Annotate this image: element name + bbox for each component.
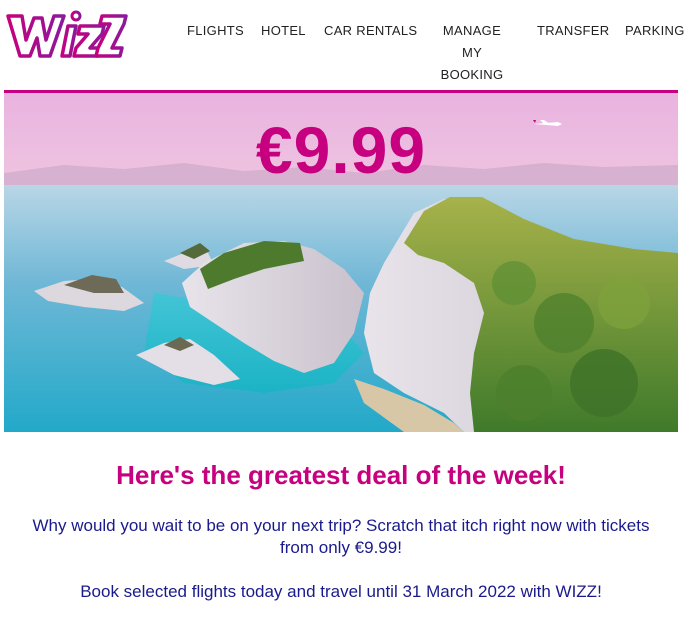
nav-item-manage-my-booking[interactable]: MANAGE MY BOOKING [434, 20, 510, 86]
nav-item-parking[interactable]: PARKING [625, 20, 685, 42]
hero-price: €9.99 [255, 113, 427, 187]
deal-headline: Here's the greatest deal of the week! [116, 460, 566, 490]
nav-item-car-rentals[interactable]: CAR RENTALS [324, 20, 417, 42]
deal-description-line1: Why would you wait to be on your next tr… [32, 516, 650, 535]
nav-item-flights[interactable]: FLIGHTS [187, 20, 244, 42]
nav-item-hotel[interactable]: HOTEL [261, 20, 306, 42]
wizz-logo[interactable] [4, 4, 128, 60]
travel-period-text: Book selected flights today and travel u… [80, 582, 602, 601]
nav-item-transfer[interactable]: TRANSFER [537, 20, 609, 42]
deal-description: Why would you wait to be on your next tr… [0, 515, 682, 559]
email-page: FLIGHTS HOTEL CAR RENTALS MANAGE MY BOOK… [0, 0, 698, 618]
deal-description-line2: from only €9.99! [280, 538, 402, 557]
main-nav: FLIGHTS HOTEL CAR RENTALS MANAGE MY BOOK… [178, 20, 698, 82]
nav-item-manage-line2: BOOKING [440, 67, 504, 82]
nav-item-manage-line1: MANAGE MY [442, 23, 502, 60]
